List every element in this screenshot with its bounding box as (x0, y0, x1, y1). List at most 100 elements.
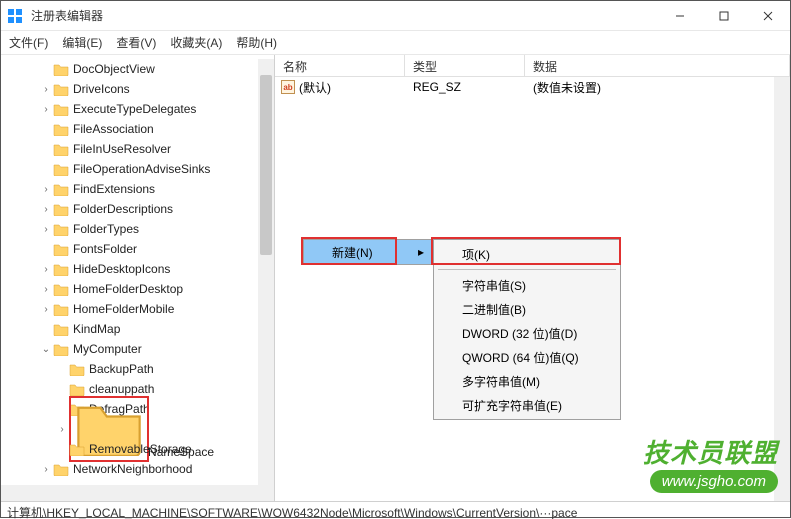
folder-icon (53, 183, 69, 196)
expander-icon[interactable]: › (41, 84, 51, 95)
menu-qword[interactable]: QWORD (64 位)值(Q) (434, 345, 620, 369)
folder-icon (69, 363, 85, 376)
tree-item[interactable]: › FolderTypes (1, 219, 258, 239)
tree-item[interactable]: ⌄ MyComputer (1, 339, 258, 359)
folder-icon (53, 123, 69, 136)
tree-label: MyComputer (73, 342, 142, 356)
expander-icon[interactable]: › (41, 224, 51, 235)
folder-icon (53, 303, 69, 316)
tree-label: FolderDescriptions (73, 202, 173, 216)
menu-new-label: 新建(N) (332, 244, 373, 261)
maximize-button[interactable] (702, 1, 746, 31)
value-type: REG_SZ (405, 80, 525, 94)
tree-item[interactable]: KindMap (1, 319, 258, 339)
tree-label: FileOperationAdviseSinks (73, 162, 210, 176)
expander-icon[interactable]: ⌄ (41, 344, 51, 355)
list-row[interactable]: ab (默认) REG_SZ(数值未设置) (275, 77, 790, 97)
submenu-arrow-icon: ▸ (418, 245, 424, 259)
tree-label: FileAssociation (73, 122, 154, 136)
tree-item[interactable]: › ExecuteTypeDelegates (1, 99, 258, 119)
folder-icon (53, 63, 69, 76)
tree-item[interactable]: BackupPath (1, 359, 258, 379)
menubar: 文件(F) 编辑(E) 查看(V) 收藏夹(A) 帮助(H) (1, 31, 790, 55)
folder-icon (53, 83, 69, 96)
close-button[interactable] (746, 1, 790, 31)
app-icon (7, 8, 23, 24)
expander-icon[interactable]: › (57, 424, 67, 435)
expander-icon[interactable]: › (41, 464, 51, 475)
tree-label: NetworkNeighborhood (73, 462, 192, 476)
expander-icon[interactable]: › (41, 204, 51, 215)
tree-panel: DocObjectView › DriveIcons › ExecuteTypeDele… (1, 55, 275, 501)
menu-edit[interactable]: 编辑(E) (62, 34, 102, 51)
tree-item[interactable]: FileOperationAdviseSinks (1, 159, 258, 179)
tree-label: DriveIcons (73, 82, 130, 96)
tree-item[interactable]: FileInUseResolver (1, 139, 258, 159)
watermark-text: 技术员联盟 (643, 433, 778, 470)
menu-file[interactable]: 文件(F) (9, 34, 48, 51)
tree-label: HideDesktopIcons (73, 262, 170, 276)
tree-item[interactable]: FontsFolder (1, 239, 258, 259)
value-data: (数值未设置) (525, 79, 790, 96)
tree-item[interactable]: › HomeFolderDesktop (1, 279, 258, 299)
context-menu: 新建(N) ▸ (303, 239, 433, 265)
expander-icon[interactable]: › (41, 104, 51, 115)
tree-label: FontsFolder (73, 242, 137, 256)
tree-label: FolderTypes (73, 222, 139, 236)
watermark-url: www.jsgho.com (650, 470, 778, 493)
tree-item[interactable]: FileAssociation (1, 119, 258, 139)
value-name: (默认) (299, 79, 331, 96)
menu-multi[interactable]: 多字符串值(M) (434, 369, 620, 393)
col-header-type[interactable]: 类型 (405, 55, 525, 76)
menu-new[interactable]: 新建(N) ▸ (304, 240, 432, 264)
menu-favorites[interactable]: 收藏夹(A) (170, 34, 222, 51)
tree-label: FindExtensions (73, 182, 155, 196)
tree-item[interactable]: › HideDesktopIcons (1, 259, 258, 279)
tree-label: FileInUseResolver (73, 142, 171, 156)
tree-label: cleanuppath (89, 382, 154, 396)
tree-item[interactable]: ›NameSpace (1, 419, 258, 439)
watermark: 技术员联盟 www.jsgho.com (643, 433, 778, 493)
folder-icon (53, 223, 69, 236)
folder-icon (53, 343, 69, 356)
tree-scrollbar-horizontal[interactable] (1, 485, 258, 501)
tree-item[interactable]: DocObjectView (1, 59, 258, 79)
tree-item[interactable]: › FindExtensions (1, 179, 258, 199)
list-header: 名称 类型 数据 (275, 55, 790, 77)
folder-icon (53, 323, 69, 336)
expander-icon[interactable]: › (41, 184, 51, 195)
col-header-name[interactable]: 名称 (275, 55, 405, 76)
folder-icon (69, 383, 85, 396)
menu-string[interactable]: 字符串值(S) (434, 273, 620, 297)
menu-key[interactable]: 项(K) (434, 242, 620, 266)
menu-dword[interactable]: DWORD (32 位)值(D) (434, 321, 620, 345)
folder-icon (53, 243, 69, 256)
menu-expand[interactable]: 可扩充字符串值(E) (434, 393, 620, 417)
tree-label: BackupPath (89, 362, 154, 376)
tree-label: HomeFolderMobile (73, 302, 174, 316)
tree-item[interactable]: › HomeFolderMobile (1, 299, 258, 319)
folder-icon (53, 463, 69, 476)
folder-icon (53, 143, 69, 156)
menu-binary[interactable]: 二进制值(B) (434, 297, 620, 321)
tree-item[interactable]: › FolderDescriptions (1, 199, 258, 219)
tree-scrollbar-vertical[interactable] (258, 59, 274, 501)
folder-icon (53, 163, 69, 176)
window-title: 注册表编辑器 (31, 7, 658, 24)
tree-item[interactable]: › DriveIcons (1, 79, 258, 99)
tree-label: HomeFolderDesktop (73, 282, 183, 296)
folder-icon (69, 443, 85, 456)
col-header-data[interactable]: 数据 (525, 55, 790, 76)
expander-icon[interactable]: › (41, 284, 51, 295)
tree-item[interactable]: › NetworkNeighborhood (1, 459, 258, 479)
context-submenu: 项(K) 字符串值(S) 二进制值(B) DWORD (32 位)值(D) QW… (433, 239, 621, 420)
expander-icon[interactable]: › (41, 264, 51, 275)
folder-icon (53, 203, 69, 216)
tree-label: ExecuteTypeDelegates (73, 102, 196, 116)
expander-icon[interactable]: › (41, 304, 51, 315)
menu-view[interactable]: 查看(V) (116, 34, 156, 51)
minimize-button[interactable] (658, 1, 702, 31)
string-value-icon: ab (281, 80, 295, 94)
status-bar: 计算机\HKEY_LOCAL_MACHINE\SOFTWARE\WOW6432N… (1, 501, 790, 519)
menu-help[interactable]: 帮助(H) (236, 34, 277, 51)
